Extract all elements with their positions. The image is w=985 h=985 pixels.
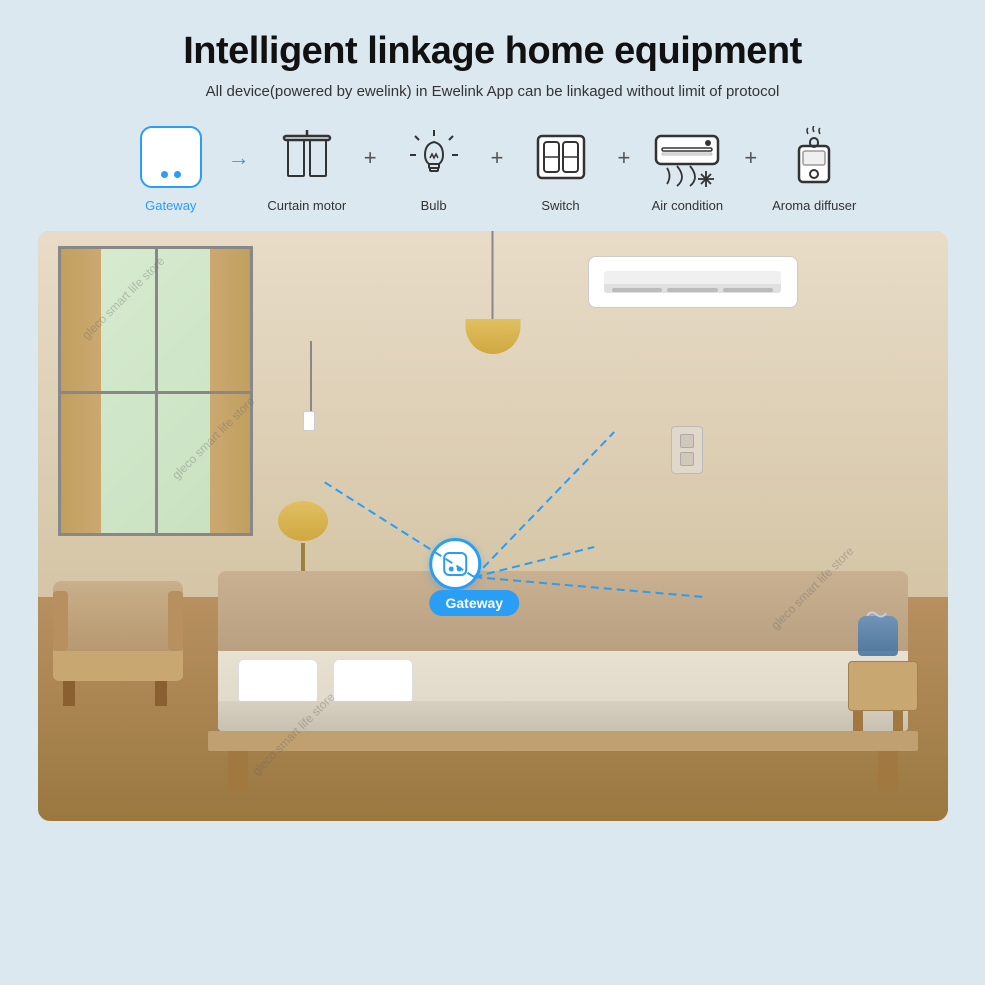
gateway-dot-2 [174, 171, 181, 178]
window-v-divider [155, 249, 158, 533]
ns-leg-r [893, 711, 903, 731]
ac-icon [652, 126, 722, 188]
bed-leg-fr [878, 751, 898, 791]
room-gateway-container: Gateway [430, 538, 520, 616]
connection-lines [224, 402, 724, 752]
window [58, 246, 253, 536]
lamp-shade [465, 319, 520, 354]
chair-arm-left [53, 591, 68, 651]
leg-2 [155, 681, 167, 706]
chair-arm-right [168, 591, 183, 651]
ac-vent [723, 288, 773, 292]
device-switch: Switch [506, 122, 616, 213]
armchair [53, 581, 183, 706]
nightstand-legs [853, 711, 918, 731]
bulb-icon [403, 126, 465, 188]
device-curtain: Curtain motor [252, 122, 362, 213]
ac-icon-wrapper [652, 122, 722, 192]
leg-1 [63, 681, 75, 706]
chair-legs [63, 681, 183, 706]
lamp-cord [492, 231, 494, 321]
page-title: Intelligent linkage home equipment [183, 30, 802, 73]
switch-icon [530, 126, 592, 188]
ac-unit-room [588, 256, 798, 308]
page-subtitle: All device(powered by ewelink) in Ewelin… [206, 83, 780, 100]
gateway-dots [161, 171, 181, 178]
ac-body [604, 271, 781, 294]
curtain-label: Curtain motor [267, 198, 346, 213]
ac-label: Air condition [652, 198, 724, 213]
arrow-icon: → [228, 145, 250, 191]
device-gateway: Gateway [116, 122, 226, 213]
device-aroma: Aroma diffuser [759, 122, 869, 213]
main-container: Intelligent linkage home equipment All d… [0, 0, 985, 985]
pendant-cord [310, 341, 312, 411]
switch-icon-wrapper [526, 122, 596, 192]
curtain-motor-icon [276, 126, 338, 188]
chair-back [53, 581, 183, 651]
aroma-diffuser-icon [783, 126, 845, 188]
aroma-label: Aroma diffuser [772, 198, 856, 213]
plus-1: + [364, 145, 377, 191]
device-ac: Air condition [632, 122, 742, 213]
ac-vent [612, 288, 662, 292]
room-image: 〜 [38, 231, 948, 821]
chair-seat [53, 651, 183, 681]
plus-2: + [491, 145, 504, 191]
ceiling-lamp [465, 231, 520, 354]
gateway-label: Gateway [145, 198, 196, 213]
room-aroma-diffuser: 〜 [858, 616, 898, 656]
ac-vents-row [604, 284, 781, 293]
nightstand: 〜 [848, 661, 918, 731]
bulb-label: Bulb [421, 198, 447, 213]
device-bulb: Bulb [379, 122, 489, 213]
bed-leg-fl [228, 751, 248, 791]
devices-row: Gateway → Curtain motor + [40, 122, 945, 213]
gateway-icon-wrapper [136, 122, 206, 192]
steam: 〜 [866, 598, 888, 630]
plus-4: + [744, 145, 757, 191]
ns-leg-l [853, 711, 863, 731]
aroma-icon-wrapper [779, 122, 849, 192]
plus-3: + [618, 145, 631, 191]
nightstand-top [848, 661, 918, 711]
gateway-icon-box [140, 126, 202, 188]
bulb-icon-wrapper [399, 122, 469, 192]
gateway-dot-1 [161, 171, 168, 178]
switch-label: Switch [541, 198, 579, 213]
curtain-icon-wrapper [272, 122, 342, 192]
ac-vent [667, 288, 717, 292]
